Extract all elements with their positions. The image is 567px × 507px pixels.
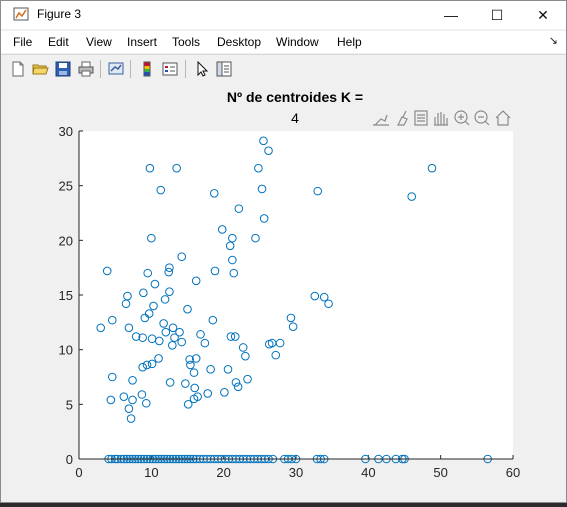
x-tick-label: 50 xyxy=(433,465,447,480)
data-tips-icon[interactable] xyxy=(414,110,428,126)
toolbar-separator xyxy=(130,60,131,78)
scatter-plot: Nº de centroides K = 4 0 10 20 30 40 50 60 0 5 1… xyxy=(59,89,521,480)
y-tick-label: 20 xyxy=(59,233,73,248)
matlab-figure-icon xyxy=(13,7,29,21)
print-icon[interactable] xyxy=(77,60,95,78)
export-icon[interactable] xyxy=(373,114,389,126)
property-inspector-icon[interactable] xyxy=(215,60,233,78)
chart-title: Nº de centroides K = xyxy=(227,89,363,105)
insert-colorbar-icon[interactable] xyxy=(138,60,156,78)
zoom-in-icon[interactable] xyxy=(454,110,470,126)
pointer-icon[interactable] xyxy=(193,60,211,78)
menu-help[interactable]: Help xyxy=(337,35,362,49)
toolbar-separator xyxy=(185,60,186,78)
insert-legend-icon[interactable] xyxy=(161,60,179,78)
menu-bar: File Edit View Insert Tools Desktop Wind… xyxy=(1,31,566,53)
dock-figure-icon[interactable]: ↘ xyxy=(549,34,558,47)
figure-toolbar xyxy=(1,54,566,84)
y-tick-label: 30 xyxy=(59,124,73,139)
x-tick-label: 40 xyxy=(361,465,375,480)
y-tick-label: 5 xyxy=(66,397,73,412)
figure-canvas: Nº de centroides K = 4 0 10 20 30 40 50 60 0 5 1… xyxy=(1,83,566,502)
menu-file[interactable]: File xyxy=(13,35,32,49)
title-bar[interactable]: Figure 3 — ☐ ✕ xyxy=(1,1,566,29)
x-tick-label: 0 xyxy=(75,465,82,480)
menu-view[interactable]: View xyxy=(86,35,112,49)
y-tick-label: 0 xyxy=(66,452,73,467)
chart-subtitle: 4 xyxy=(291,110,299,126)
zoom-out-icon[interactable] xyxy=(474,110,490,126)
figure-window: Figure 3 — ☐ ✕ File Edit View Insert Too… xyxy=(0,0,567,503)
x-tick-label: 30 xyxy=(289,465,303,480)
new-figure-icon[interactable] xyxy=(9,60,27,78)
pan-hand-icon[interactable] xyxy=(434,112,448,126)
home-restore-icon[interactable] xyxy=(495,110,511,126)
toolbar-separator xyxy=(100,60,101,78)
plot-area[interactable] xyxy=(79,131,513,459)
y-tick-label: 10 xyxy=(59,343,73,358)
axes-toolbar xyxy=(373,110,511,126)
x-tick-label: 20 xyxy=(216,465,230,480)
menu-window[interactable]: Window xyxy=(276,35,319,49)
menu-edit[interactable]: Edit xyxy=(48,35,69,49)
link-plot-icon[interactable] xyxy=(107,60,125,78)
y-tick-label: 25 xyxy=(59,179,73,194)
maximize-button[interactable]: ☐ xyxy=(474,1,520,29)
x-tick-label: 60 xyxy=(506,465,520,480)
x-tick-label: 10 xyxy=(144,465,158,480)
open-file-icon[interactable] xyxy=(31,60,49,78)
y-tick-label: 15 xyxy=(59,288,73,303)
close-button[interactable]: ✕ xyxy=(520,1,566,29)
minimize-button[interactable]: — xyxy=(428,1,474,29)
brush-icon[interactable] xyxy=(397,110,408,126)
menu-desktop[interactable]: Desktop xyxy=(217,35,261,49)
window-title: Figure 3 xyxy=(37,7,82,21)
menu-tools[interactable]: Tools xyxy=(172,35,200,49)
menu-insert[interactable]: Insert xyxy=(127,35,157,49)
save-icon[interactable] xyxy=(54,60,72,78)
